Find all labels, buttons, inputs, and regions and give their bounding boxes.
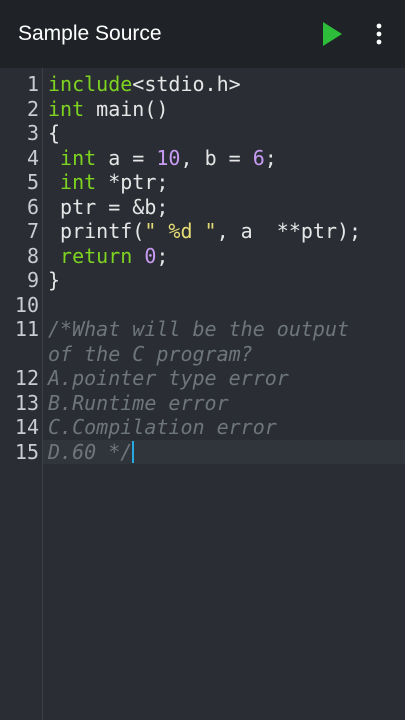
code-token: ptr = &b; xyxy=(48,194,169,219)
line-number: 9 xyxy=(26,268,39,292)
line-number: 6 xyxy=(26,194,39,219)
code-text: ptr = &b; xyxy=(48,195,168,220)
code-text: int a = 10, b = 6; xyxy=(48,146,277,171)
line-number: 10 xyxy=(14,292,39,317)
code-line[interactable]: 1 include<stdio.h> xyxy=(0,72,405,97)
code-text: /*What will be the output of the C progra… xyxy=(48,317,349,366)
code-text: return 0; xyxy=(48,244,168,269)
code-token: 10 xyxy=(156,145,181,170)
line-number: 3 xyxy=(26,121,39,145)
code-line[interactable]: 15 D.60 */ xyxy=(0,440,405,465)
code-line[interactable]: 13 B.Runtime error xyxy=(0,391,405,416)
line-number: 7 xyxy=(26,219,39,243)
line-number: 2 xyxy=(26,96,39,121)
line-number: 12 xyxy=(14,366,39,390)
code-line[interactable]: 6 ptr = &b; xyxy=(0,195,405,220)
code-token: 0 xyxy=(144,243,157,268)
code-line[interactable]: 3{ xyxy=(0,121,405,146)
code-token: ; xyxy=(156,243,169,268)
code-line[interactable]: 4 int a = 10, b = 6; xyxy=(0,146,405,171)
play-icon xyxy=(323,22,342,46)
code-line[interactable]: 11 /*What will be the output of the C prog… xyxy=(0,317,405,366)
code-line[interactable]: 7 printf(" %d ", a **ptr); xyxy=(0,219,405,244)
code-token: of the C program? xyxy=(48,341,253,366)
code-token: B.Runtime error xyxy=(48,390,229,415)
code-token: /*What will be the output xyxy=(48,317,350,341)
page-title: Sample Source xyxy=(18,22,162,45)
line-number: 14 xyxy=(14,415,39,439)
code-line[interactable]: 9} xyxy=(0,268,405,293)
code-token: a = xyxy=(96,145,157,170)
code-token: return xyxy=(60,243,133,268)
code-text: B.Runtime error xyxy=(48,391,229,416)
code-token: C.Compilation error xyxy=(48,415,277,439)
code-token: } xyxy=(48,268,61,292)
code-token: main() xyxy=(84,96,169,121)
code-token: " %d " xyxy=(144,219,217,243)
code-token: int xyxy=(60,145,97,170)
code-lines[interactable]: 1 include<stdio.h> 2 int main() 3{4 int a = … xyxy=(0,72,405,464)
app-bar: Sample Source xyxy=(0,0,405,68)
code-token: *ptr; xyxy=(96,170,169,194)
code-token: { xyxy=(48,121,61,145)
text-cursor xyxy=(132,440,135,463)
code-line[interactable]: 8 return 0; xyxy=(0,244,405,269)
code-line[interactable]: 14 C.Compilation error xyxy=(0,415,405,440)
code-text: C.Compilation error xyxy=(48,415,277,440)
code-text: } xyxy=(48,268,60,293)
code-token: int xyxy=(60,170,97,194)
code-editor[interactable]: 1 include<stdio.h> 2 int main() 3{4 int a = … xyxy=(0,68,405,720)
overflow-menu-button[interactable] xyxy=(364,16,394,52)
code-token: include xyxy=(48,72,133,96)
code-text: A.pointer type error xyxy=(48,366,289,391)
code-token: 6 xyxy=(252,145,265,170)
code-token: printf( xyxy=(48,219,145,243)
line-number: 11 xyxy=(14,317,39,341)
line-number: 4 xyxy=(26,145,39,170)
line-number: 15 xyxy=(14,439,39,464)
code-token: D.60 */ xyxy=(48,439,133,464)
code-token: <stdio.h> xyxy=(132,72,241,96)
code-text: D.60 */ xyxy=(48,439,135,465)
code-token: ; xyxy=(264,145,277,170)
code-line[interactable]: 5 int *ptr; xyxy=(0,170,405,195)
code-token: , b = xyxy=(180,145,253,170)
run-button[interactable] xyxy=(314,16,350,52)
code-text: { xyxy=(48,121,60,146)
code-line[interactable]: 10 xyxy=(0,293,405,318)
code-token: A.pointer type error xyxy=(48,366,289,390)
line-number: 1 xyxy=(26,72,39,96)
line-number: 5 xyxy=(26,170,39,194)
line-number: 13 xyxy=(14,390,39,415)
code-line[interactable]: 2 int main() xyxy=(0,97,405,122)
code-text: include<stdio.h> xyxy=(48,72,241,97)
code-token: , a **ptr); xyxy=(216,219,362,243)
more-vert-icon xyxy=(376,23,382,45)
code-text: int *ptr; xyxy=(48,170,168,195)
code-line[interactable]: 12 A.pointer type error xyxy=(0,366,405,391)
code-text: int main() xyxy=(48,97,168,122)
code-text: printf(" %d ", a **ptr); xyxy=(48,219,361,244)
code-token: int xyxy=(48,96,85,121)
line-number: 8 xyxy=(26,243,39,268)
